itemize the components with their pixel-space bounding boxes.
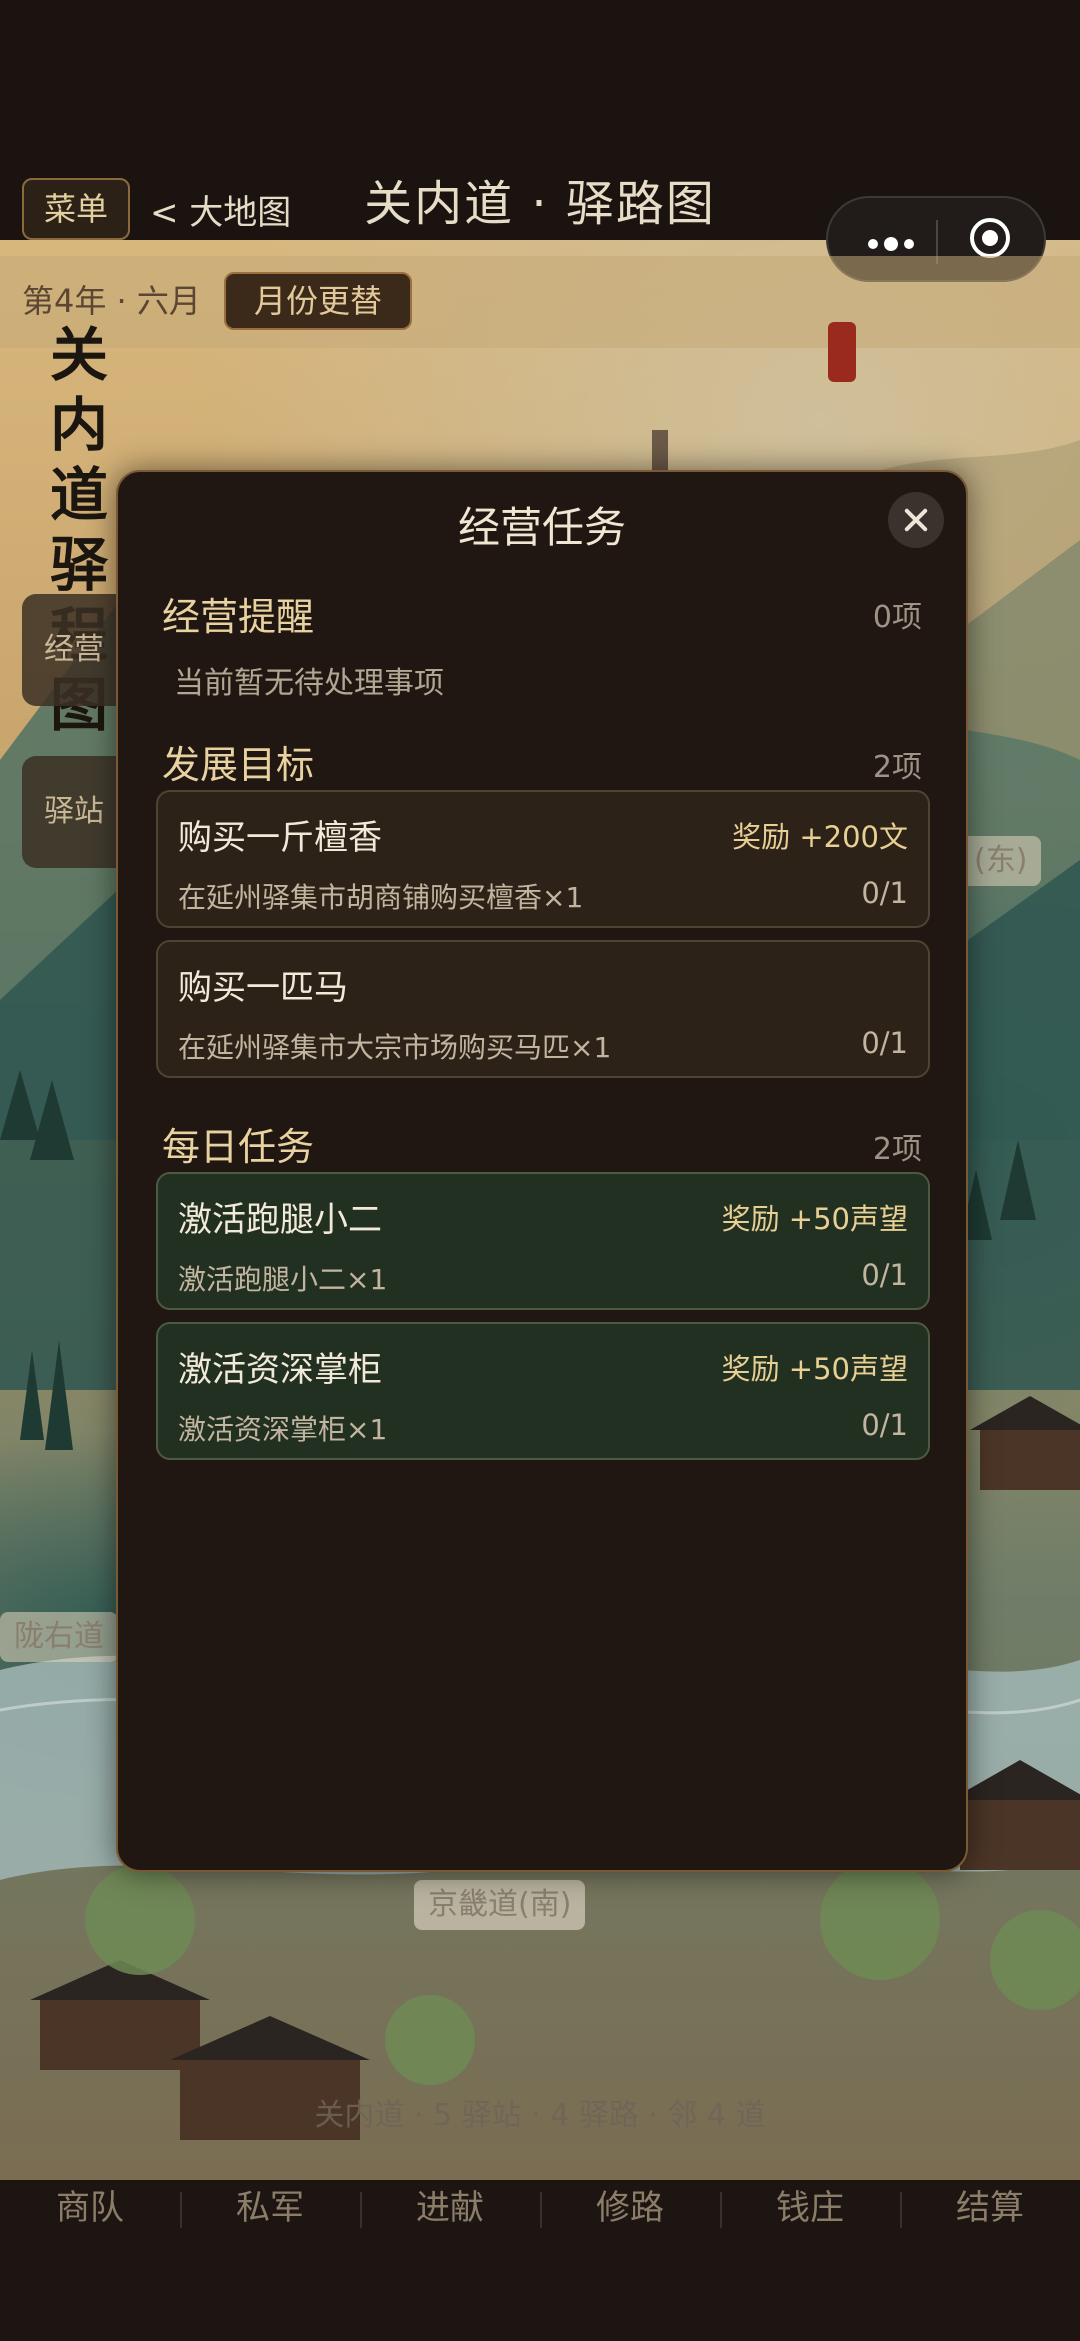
map-title-char: 道 bbox=[50, 461, 109, 529]
task-description: 激活资深掌柜×1 bbox=[178, 1413, 388, 1446]
current-date: 第4年 · 六月 bbox=[22, 282, 201, 320]
map-title-char: 驿 bbox=[50, 531, 109, 599]
task-progress: 0/1 bbox=[861, 1026, 908, 1060]
task-reward: 奖励 +50声望 bbox=[721, 1352, 908, 1386]
map-label-jingji[interactable]: 京畿道(南) bbox=[414, 1880, 586, 1930]
nav-tribute[interactable]: 进献 bbox=[360, 2180, 540, 2240]
map-title-char: 内 bbox=[50, 391, 109, 459]
section-title-reminders: 经营提醒 bbox=[162, 595, 315, 639]
task-card[interactable]: 购买一斤檀香 奖励 +200文 在延州驿集市胡商铺购买檀香×1 0/1 bbox=[156, 790, 930, 928]
task-title: 购买一匹马 bbox=[178, 968, 348, 1008]
task-description: 在延州驿集市大宗市场购买马匹×1 bbox=[178, 1031, 612, 1064]
task-description: 在延州驿集市胡商铺购买檀香×1 bbox=[178, 881, 584, 914]
nav-settlement[interactable]: 结算 bbox=[900, 2180, 1080, 2240]
empty-reminders-text: 当前暂无待处理事项 bbox=[174, 666, 444, 701]
section-count-daily: 2项 bbox=[872, 1132, 922, 1167]
task-description: 激活跑腿小二×1 bbox=[178, 1263, 388, 1296]
nav-caravan[interactable]: 商队 bbox=[0, 2180, 180, 2240]
section-title-daily: 每日任务 bbox=[162, 1125, 315, 1169]
task-title: 购买一斤檀香 bbox=[178, 818, 382, 858]
daily-task-card[interactable]: 激活跑腿小二 奖励 +50声望 激活跑腿小二×1 0/1 bbox=[156, 1172, 930, 1310]
task-progress: 0/1 bbox=[861, 1258, 908, 1292]
region-stats: 关内道 · 5 驿站 · 4 驿路 · 邻 4 道 bbox=[314, 2098, 766, 2133]
map-label-east[interactable]: (东) bbox=[960, 836, 1042, 886]
nav-build-road[interactable]: 修路 bbox=[540, 2180, 720, 2240]
task-progress: 0/1 bbox=[861, 876, 908, 910]
bottom-nav: 商队 私军 进献 修路 钱庄 结算 bbox=[0, 2180, 1080, 2341]
task-progress: 0/1 bbox=[861, 1408, 908, 1442]
map-label-longyou[interactable]: 陇右道 bbox=[0, 1612, 118, 1662]
modal-title: 经营任务 bbox=[457, 503, 626, 552]
page-title: 关内道 · 驿路图 bbox=[364, 176, 716, 232]
section-count-reminders: 0项 bbox=[872, 600, 922, 635]
back-to-world-map-button[interactable]: < 大地图 bbox=[150, 190, 291, 236]
menu-button[interactable]: 菜单 bbox=[22, 178, 130, 240]
task-card[interactable]: 购买一匹马 在延州驿集市大宗市场购买马匹×1 0/1 bbox=[156, 940, 930, 1078]
section-title-goals: 发展目标 bbox=[162, 743, 315, 787]
task-reward: 奖励 +200文 bbox=[732, 820, 908, 854]
daily-task-card[interactable]: 激活资深掌柜 奖励 +50声望 激活资深掌柜×1 0/1 bbox=[156, 1322, 930, 1460]
task-title: 激活资深掌柜 bbox=[178, 1350, 382, 1390]
nav-private-army[interactable]: 私军 bbox=[180, 2180, 360, 2240]
map-title-char: 关 bbox=[50, 321, 109, 389]
more-options-icon[interactable] bbox=[868, 234, 920, 253]
advance-month-button[interactable]: 月份更替 bbox=[224, 272, 412, 330]
task-reward: 奖励 +50声望 bbox=[721, 1202, 908, 1236]
business-tasks-modal: 经营任务 经营提醒 0项 当前暂无待处理事项 发展目标 2项 购买一斤檀香 奖励… bbox=[116, 470, 968, 1872]
section-count-goals: 2项 bbox=[872, 750, 922, 785]
task-title: 激活跑腿小二 bbox=[178, 1200, 382, 1240]
nav-bank[interactable]: 钱庄 bbox=[720, 2180, 900, 2240]
red-seal-icon bbox=[828, 322, 856, 382]
close-icon[interactable] bbox=[888, 492, 944, 548]
close-miniprogram-icon[interactable] bbox=[970, 218, 1010, 258]
